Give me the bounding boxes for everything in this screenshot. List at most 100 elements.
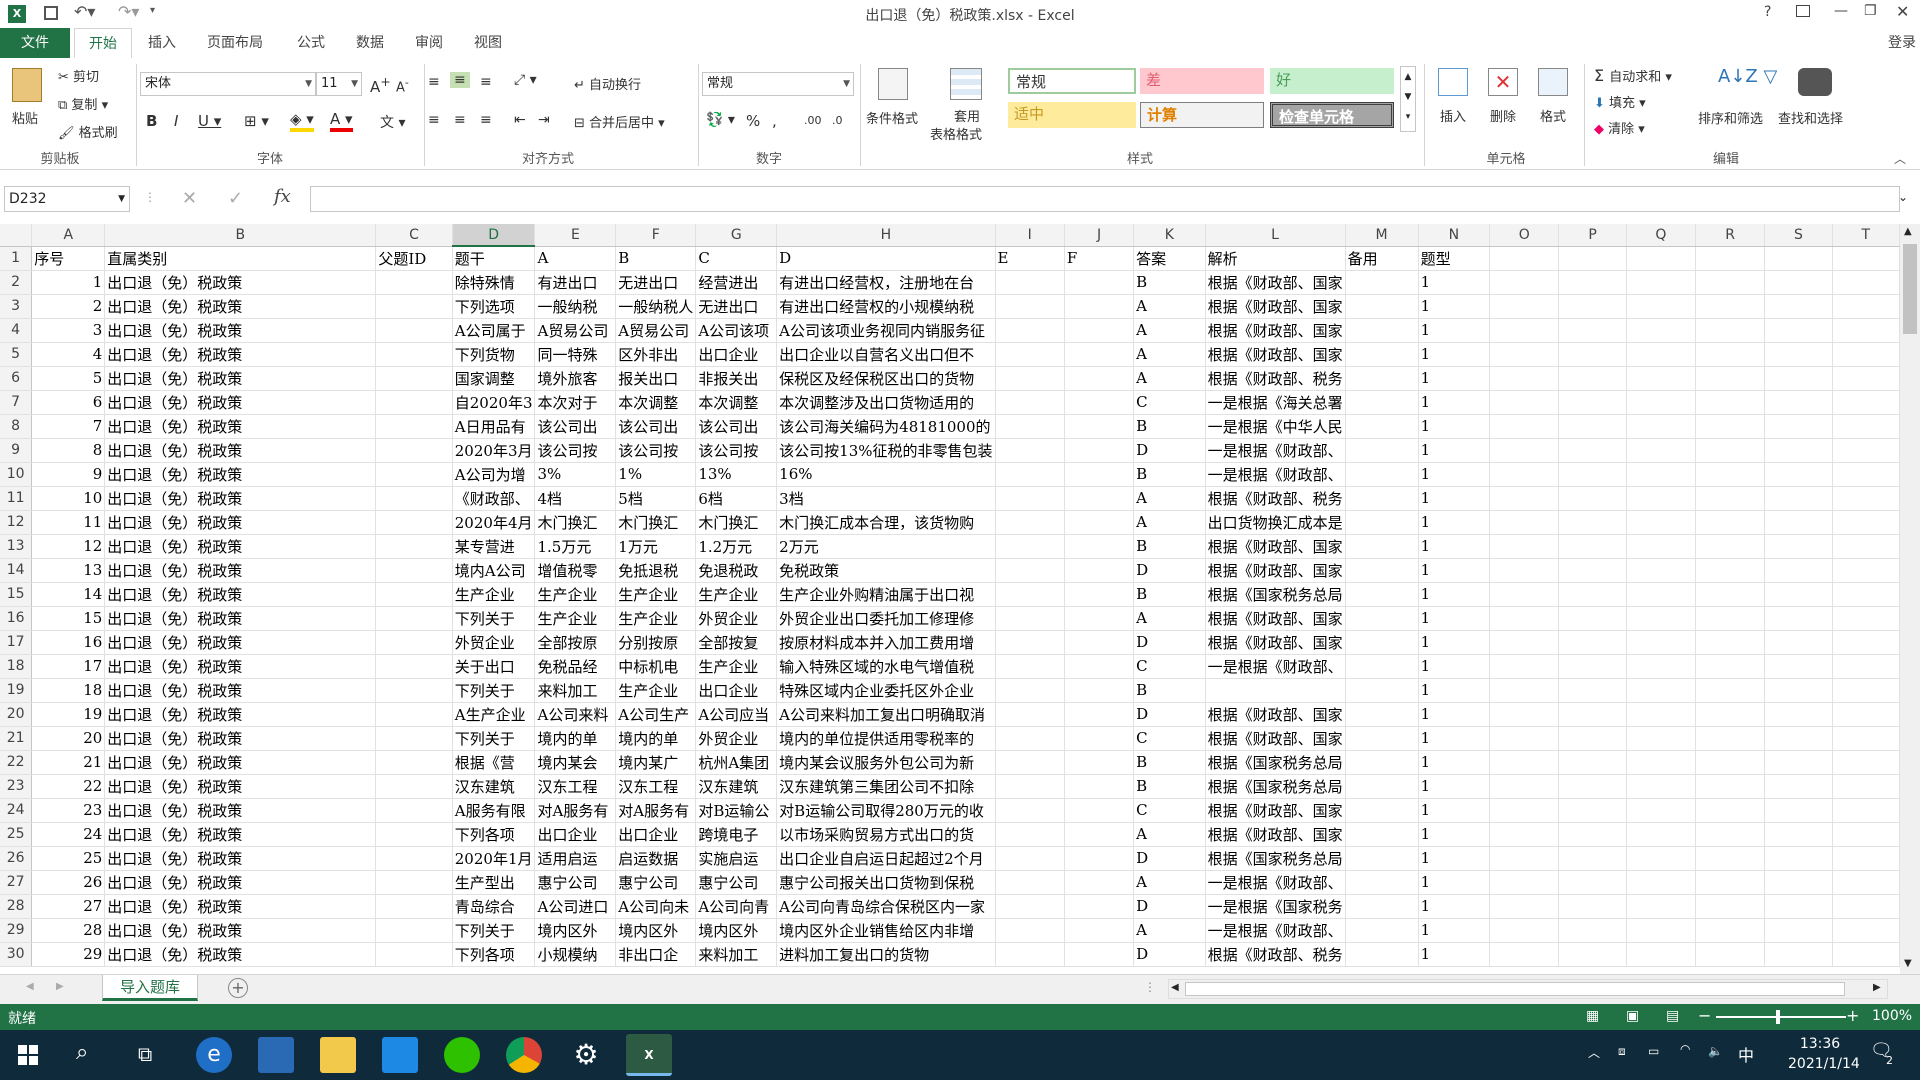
decrease-decimal-icon[interactable]: .0 [832, 114, 843, 127]
cell[interactable] [1489, 750, 1560, 775]
cell[interactable]: B [1133, 774, 1206, 799]
cell[interactable] [375, 534, 453, 559]
cell[interactable] [1489, 414, 1560, 439]
cell[interactable] [1832, 534, 1900, 559]
cell[interactable]: 汉东工程 [534, 774, 617, 799]
cell[interactable] [1626, 846, 1697, 871]
cell[interactable]: 境内区外 [534, 918, 617, 943]
cell[interactable]: A [1133, 606, 1206, 631]
cell[interactable] [1626, 822, 1697, 847]
column-header[interactable]: E [534, 224, 617, 247]
cell[interactable] [1489, 798, 1560, 823]
cell[interactable]: 16 [31, 630, 106, 655]
cell[interactable] [1345, 462, 1419, 487]
cell[interactable]: 29 [31, 942, 106, 967]
cell[interactable] [1558, 822, 1627, 847]
cell[interactable]: 外贸企业出口委托加工修理修 [776, 606, 996, 631]
wechat-icon[interactable] [444, 1037, 480, 1073]
cell[interactable]: 杭州A集团 [695, 750, 778, 775]
cell[interactable]: 答案 [1133, 246, 1206, 271]
cell[interactable] [1695, 654, 1766, 679]
row-header[interactable]: 26 [0, 846, 33, 871]
cell[interactable] [1489, 270, 1560, 295]
cell[interactable] [1489, 366, 1560, 391]
row-header[interactable]: 30 [0, 942, 33, 967]
cell[interactable] [1695, 870, 1766, 895]
cell[interactable]: B [1133, 582, 1206, 607]
cell[interactable]: 该公司出 [615, 414, 697, 439]
cell[interactable] [1764, 630, 1833, 655]
cell[interactable]: 该公司出 [534, 414, 617, 439]
cell[interactable] [1064, 318, 1135, 343]
accounting-icon[interactable]: 💱 ▾ [706, 112, 735, 128]
cell[interactable] [1626, 534, 1697, 559]
cell[interactable] [1064, 774, 1135, 799]
cell[interactable]: 境内的单 [615, 726, 697, 751]
cell[interactable]: 根据《财政部、税务 [1205, 366, 1346, 391]
cell[interactable]: A公司该项业务视同内销服务征 [776, 318, 996, 343]
cell[interactable] [1064, 870, 1135, 895]
cell[interactable]: 7 [31, 414, 106, 439]
cell[interactable] [1832, 918, 1900, 943]
column-header[interactable]: J [1064, 224, 1135, 247]
cell[interactable]: 木门换汇成本合理，该货物购 [776, 510, 996, 535]
styles-scroll[interactable]: ▲ ▼ ▾ [1400, 66, 1416, 132]
row-header[interactable]: 16 [0, 606, 33, 631]
cell[interactable]: 1 [1418, 582, 1491, 607]
cell[interactable] [1345, 294, 1419, 319]
cell[interactable]: 境内某会 [534, 750, 617, 775]
cell[interactable]: 1.5万元 [534, 534, 617, 559]
cell[interactable]: 1 [1418, 534, 1491, 559]
tab-review[interactable]: 审阅 [401, 28, 457, 58]
cell[interactable] [1558, 630, 1627, 655]
find-select-button[interactable]: 查找和选择 [1778, 108, 1843, 127]
cell[interactable]: F [1064, 246, 1135, 271]
cell[interactable]: A [1133, 510, 1206, 535]
row-header[interactable]: 8 [0, 414, 33, 439]
align-top-icon[interactable]: ≡ [428, 74, 440, 90]
cell[interactable]: 2万元 [776, 534, 996, 559]
add-sheet-icon[interactable]: + [228, 978, 248, 998]
cell[interactable]: 出口退（免）税政策 [104, 702, 377, 727]
cell[interactable] [1695, 390, 1766, 415]
cell[interactable]: 根据《财政部、国家 [1205, 702, 1346, 727]
cell[interactable] [1832, 270, 1900, 295]
cell[interactable]: 该公司海关编码为48181000的 [776, 414, 996, 439]
cell[interactable] [375, 726, 453, 751]
cell[interactable]: 有进出口经营权的小规模纳税 [776, 294, 996, 319]
cell[interactable] [1345, 390, 1419, 415]
cell[interactable]: 出口退（免）税政策 [104, 342, 377, 367]
cell[interactable] [1764, 534, 1833, 559]
cell[interactable]: 5 [31, 366, 106, 391]
row-header[interactable]: 11 [0, 486, 33, 511]
mail-icon[interactable] [382, 1037, 418, 1073]
cell[interactable]: 1 [1418, 678, 1491, 703]
cell[interactable] [1064, 462, 1135, 487]
row-header[interactable]: 9 [0, 438, 33, 463]
cell[interactable] [1345, 534, 1419, 559]
cell[interactable]: 惠宁公司报关出口货物到保税 [776, 870, 996, 895]
cell[interactable]: 出口企业 [695, 342, 778, 367]
cell[interactable]: 境内区外 [615, 918, 697, 943]
cell[interactable]: 生产企业 [615, 582, 697, 607]
cell[interactable] [1832, 438, 1900, 463]
normal-view-icon[interactable]: ▦ [1586, 1008, 1599, 1024]
cell[interactable] [1345, 342, 1419, 367]
tray-app-icon[interactable]: ⧈ [1618, 1044, 1626, 1059]
cell[interactable] [1695, 558, 1766, 583]
cell[interactable]: 青岛综合 [452, 894, 536, 919]
cell[interactable] [1064, 366, 1135, 391]
cell[interactable]: A公司向青岛综合保税区内一家 [776, 894, 996, 919]
italic-button[interactable]: I [174, 112, 178, 130]
cell[interactable] [1764, 318, 1833, 343]
cell[interactable] [1558, 414, 1627, 439]
paste-button[interactable]: 粘贴 [12, 108, 38, 127]
cell[interactable]: B [1133, 462, 1206, 487]
wifi-icon[interactable]: ◠ [1680, 1042, 1690, 1056]
cell[interactable] [1764, 486, 1833, 511]
cell[interactable]: 非出口企 [615, 942, 697, 967]
cell[interactable]: 出口企业自启运日起超过2个月 [776, 846, 996, 871]
tab-page-layout[interactable]: 页面布局 [193, 28, 277, 58]
format-painter-button[interactable]: 🖌 格式刷 [58, 122, 118, 141]
insert-cells-button[interactable]: 插入 [1440, 106, 1466, 125]
